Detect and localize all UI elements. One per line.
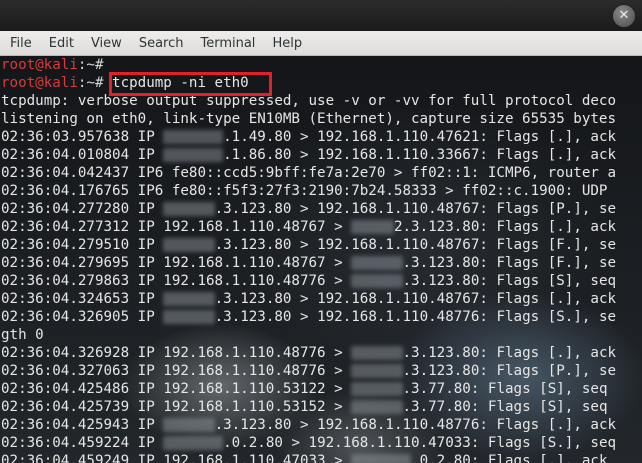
output-line: 02:36:04.459224 IP .0.2.80 > 192.168.1.1… xyxy=(1,434,642,452)
redacted-ip xyxy=(163,148,224,162)
output-text: .3.123.80 > 192.168.1.110.48767: Flags [… xyxy=(214,201,617,217)
terminal-view[interactable]: root@kali:~# root@kali:~# tcpdump -ni et… xyxy=(0,56,642,463)
output-text: 02:36:04.176765 IP6 fe80::f5f3:27f3:2190… xyxy=(1,183,608,199)
output-line: 02:36:04.324653 IP .3.123.80 > 192.168.1… xyxy=(1,290,642,308)
output-text: 02:36:04.459224 IP xyxy=(1,435,164,451)
output-text: 02:36:04.277280 IP xyxy=(1,201,164,217)
output-text: .3.123.80: Flags [P.], se xyxy=(402,363,617,379)
output-line: 02:36:04.425739 IP 192.168.1.110.53152 >… xyxy=(1,398,642,416)
redacted-ip xyxy=(351,382,403,396)
output-line: 02:36:04.459249 IP 192.168.1.110.47033 >… xyxy=(1,452,642,463)
prompt-user-host: root@kali xyxy=(1,75,78,91)
output-line: 02:36:04.279863 IP 192.168.1.110.48776 >… xyxy=(1,272,642,290)
menu-help[interactable]: Help xyxy=(266,36,308,51)
menu-terminal[interactable]: Terminal xyxy=(194,36,261,51)
command-line: root@kali:~# tcpdump -ni eth0 xyxy=(1,74,642,92)
menu-edit[interactable]: Edit xyxy=(43,36,80,51)
output-line: 02:36:04.010804 IP .1.86.80 > 192.168.1.… xyxy=(1,146,642,164)
output-text: .3.123.80 > 192.168.1.110.48767: Flags [… xyxy=(214,291,617,307)
redacted-ip xyxy=(351,256,403,270)
menu-search[interactable]: Search xyxy=(133,36,190,51)
output-text: .1.49.80 > 192.168.1.110.47621: Flags [.… xyxy=(223,129,617,145)
entered-command: tcpdump -ni eth0 xyxy=(112,75,249,91)
redacted-ip xyxy=(351,346,403,360)
output-text: 2.3.123.80: Flags [.], ack xyxy=(393,219,617,235)
prompt-line: root@kali:~# xyxy=(1,56,642,74)
output-line: 02:36:04.425486 IP 192.168.1.110.53122 >… xyxy=(1,380,642,398)
output-text: 02:36:04.326905 IP xyxy=(1,309,164,325)
output-text: 02:36:04.042437 IP6 fe80::ccd5:9bff:fe7a… xyxy=(1,165,616,181)
close-icon[interactable]: ✕ xyxy=(612,4,636,28)
menubar: File Edit View Search Terminal Help xyxy=(0,31,642,56)
menu-view[interactable]: View xyxy=(85,36,128,51)
output-line: 02:36:04.176765 IP6 fe80::f5f3:27f3:2190… xyxy=(1,182,642,200)
output-text: 02:36:04.279695 IP 192.168.1.110.48767 > xyxy=(1,255,352,271)
output-text: 02:36:04.010804 IP xyxy=(1,147,164,163)
output-line: 02:36:04.326905 IP .3.123.80 > 192.168.1… xyxy=(1,308,642,326)
output-text: 02:36:03.957638 IP xyxy=(1,129,164,145)
output-line: 02:36:04.326928 IP 192.168.1.110.48776 >… xyxy=(1,344,642,362)
output-text: 02:36:04.279510 IP xyxy=(1,237,164,253)
output-line: 02:36:04.277280 IP .3.123.80 > 192.168.1… xyxy=(1,200,642,218)
output-line: 02:36:04.042437 IP6 fe80::ccd5:9bff:fe7a… xyxy=(1,164,642,182)
redacted-ip xyxy=(351,364,403,378)
prompt-separator: :~# xyxy=(77,57,104,73)
output-line: 02:36:04.279695 IP 192.168.1.110.48767 >… xyxy=(1,254,642,272)
output-text: .3.123.80 > 192.168.1.110.48776: Flags [… xyxy=(214,417,617,433)
output-text: .3.123.80: Flags [.], ack xyxy=(402,345,617,361)
output-line: 02:36:03.957638 IP .1.49.80 > 192.168.1.… xyxy=(1,128,642,146)
redacted-ip xyxy=(351,274,403,288)
redacted-ip xyxy=(163,310,215,324)
output-line: gth 0 xyxy=(1,326,642,344)
output-text: 02:36:04.277312 IP 192.168.1.110.48767 > xyxy=(1,219,352,235)
output-text: .3.123.80 > 192.168.1.110.48776: Flags [… xyxy=(214,309,617,325)
window-titlebar: ✕ xyxy=(0,0,642,31)
redacted-ip xyxy=(351,220,394,234)
output-text: .3.77.80: Flags [S], seq xyxy=(402,399,608,415)
output-line: 02:36:04.327063 IP 192.168.1.110.48776 >… xyxy=(1,362,642,380)
output-text: .3.123.80: Flags [F.], se xyxy=(402,255,617,271)
output-text: .0.2.80: Flags [.], ack xyxy=(411,453,608,463)
output-text: listening on eth0, link-type EN10MB (Eth… xyxy=(1,111,616,127)
output-text: 02:36:04.425943 IP xyxy=(1,417,164,433)
output-line: 02:36:04.425943 IP .3.123.80 > 192.168.1… xyxy=(1,416,642,434)
output-text: 02:36:04.425739 IP 192.168.1.110.53152 > xyxy=(1,399,352,415)
output-text: 02:36:04.324653 IP xyxy=(1,291,164,307)
prompt-user-host: root@kali xyxy=(1,57,78,73)
output-line: tcpdump: verbose output suppressed, use … xyxy=(1,92,642,110)
output-text: 02:36:04.279863 IP 192.168.1.110.48776 > xyxy=(1,273,352,289)
output-text: .1.86.80 > 192.168.1.110.33667: Flags [.… xyxy=(223,147,617,163)
output-text: .3.77.80: Flags [S], seq xyxy=(402,381,608,397)
redacted-ip xyxy=(351,400,403,414)
redacted-ip xyxy=(351,454,412,463)
output-line: listening on eth0, link-type EN10MB (Eth… xyxy=(1,110,642,128)
output-text: 02:36:04.425486 IP 192.168.1.110.53122 > xyxy=(1,381,352,397)
output-text: .3.123.80: Flags [S], seq xyxy=(402,273,617,289)
redacted-ip xyxy=(163,436,224,450)
output-text: 02:36:04.326928 IP 192.168.1.110.48776 > xyxy=(1,345,352,361)
output-text: .0.2.80 > 192.168.1.110.47033: Flags [S.… xyxy=(223,435,617,451)
output-text: 02:36:04.459249 IP 192.168.1.110.47033 > xyxy=(1,453,352,463)
output-line: 02:36:04.277312 IP 192.168.1.110.48767 >… xyxy=(1,218,642,236)
prompt-separator: :~# xyxy=(77,75,113,91)
output-line: 02:36:04.279510 IP .3.123.80 > 192.168.1… xyxy=(1,236,642,254)
redacted-ip xyxy=(163,202,215,216)
redacted-ip xyxy=(163,292,215,306)
output-text: tcpdump: verbose output suppressed, use … xyxy=(1,93,616,109)
output-text: 02:36:04.327063 IP 192.168.1.110.48776 > xyxy=(1,363,352,379)
redacted-ip xyxy=(163,418,215,432)
output-text: .3.123.80 > 192.168.1.110.48767: Flags [… xyxy=(214,237,617,253)
output-text: gth 0 xyxy=(1,327,44,343)
redacted-ip xyxy=(163,130,224,144)
redacted-ip xyxy=(163,238,215,252)
menu-file[interactable]: File xyxy=(4,36,38,51)
